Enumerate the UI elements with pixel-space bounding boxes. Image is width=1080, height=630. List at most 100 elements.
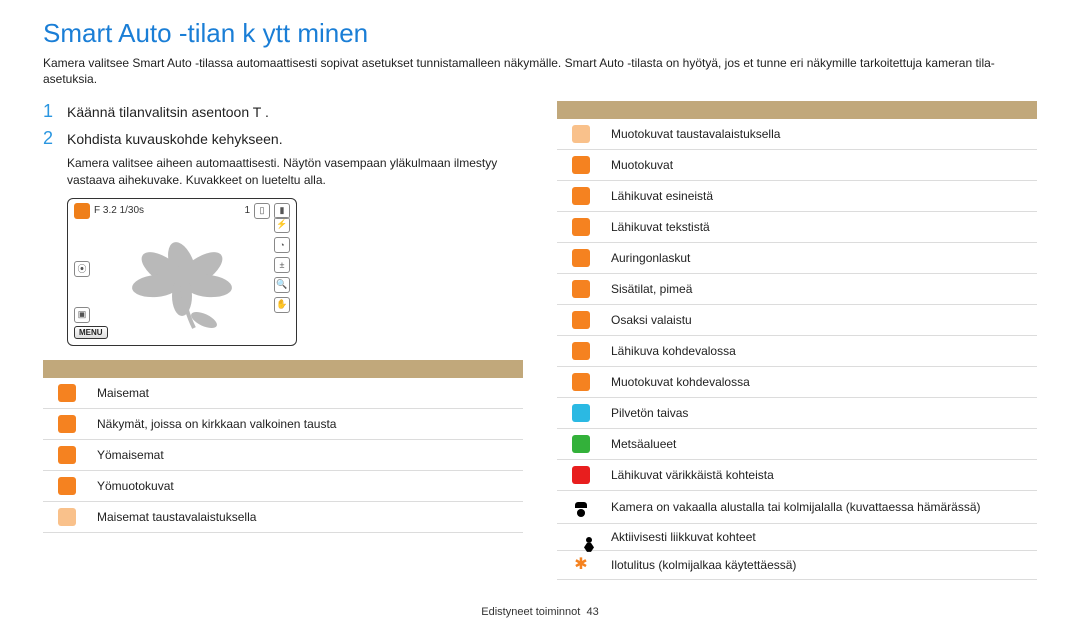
table-row: Yömuotokuvat	[43, 470, 523, 501]
storage-icon: ▯	[254, 203, 270, 219]
scene-icon	[572, 249, 590, 267]
camera-single-shot: 1	[244, 205, 250, 216]
table-header-icon	[43, 360, 91, 378]
mode-icon-2: ▣	[74, 307, 90, 323]
right-column: Muotokuvat taustavalaistuksellaMuotokuva…	[557, 101, 1037, 579]
table-row: Maisemat taustavalaistuksella	[43, 501, 523, 532]
row-icon-cell	[557, 119, 605, 150]
row-label: Näkymät, joissa on kirkkaan valkoinen ta…	[91, 408, 523, 439]
row-label: Kamera on vakaalla alustalla tai kolmija…	[605, 491, 1037, 523]
row-label: Pilvetön taivas	[605, 398, 1037, 429]
step-2-text: Kohdista kuvauskohde kehykseen.	[67, 131, 283, 147]
row-icon-cell	[557, 523, 605, 550]
camera-preview: F 3.2 1/30s 1 ▯ ▮ ⦿ ▣ ⚡ ◔ ± 🔍 ✋	[67, 198, 297, 346]
flower-macro-icon	[74, 203, 90, 219]
table-row: Muotokuvat	[557, 150, 1037, 181]
table-row: Maisemat	[43, 378, 523, 409]
row-icon-cell	[43, 439, 91, 470]
row-label: Muotokuvat taustavalaistuksella	[605, 119, 1037, 150]
table-row: Osaksi valaistu	[557, 305, 1037, 336]
row-label: Osaksi valaistu	[605, 305, 1037, 336]
row-icon-cell	[557, 367, 605, 398]
tripod-person-icon	[574, 501, 588, 517]
row-label: Auringonlaskut	[605, 243, 1037, 274]
row-label: Muotokuvat	[605, 150, 1037, 181]
intro-text: Kamera valitsee Smart Auto -tilassa auto…	[43, 55, 1037, 87]
table-row: Muotokuvat taustavalaistuksella	[557, 119, 1037, 150]
row-label: Maisemat taustavalaistuksella	[91, 501, 523, 532]
table-row: Yömaisemat	[43, 439, 523, 470]
scene-icon	[572, 311, 590, 329]
row-icon-cell	[557, 460, 605, 491]
scene-icon	[58, 446, 76, 464]
row-icon-cell	[557, 491, 605, 523]
row-label: Aktiivisesti liikkuvat kohteet	[605, 523, 1037, 550]
left-column: 1 Käännä tilanvalitsin asentoon T . 2 Ko…	[43, 101, 523, 579]
scene-icon	[572, 280, 590, 298]
row-label: Lähikuva kohdevalossa	[605, 336, 1037, 367]
scene-icon	[572, 187, 590, 205]
row-icon-cell	[557, 305, 605, 336]
row-icon-cell	[43, 378, 91, 409]
table-row: Lähikuvat värikkäistä kohteista	[557, 460, 1037, 491]
row-label: Sisätilat, pimeä	[605, 274, 1037, 305]
scene-icon	[572, 435, 590, 453]
row-label: Metsäalueet	[605, 429, 1037, 460]
flash-icon: ⚡	[274, 217, 290, 233]
right-icon-table: Muotokuvat taustavalaistuksellaMuotokuva…	[557, 101, 1037, 579]
flower-illustration	[112, 220, 252, 330]
table-row: Näkymät, joissa on kirkkaan valkoinen ta…	[43, 408, 523, 439]
step-1-number: 1	[43, 101, 57, 122]
table-row: Lähikuva kohdevalossa	[557, 336, 1037, 367]
row-icon-cell	[557, 336, 605, 367]
row-label: Lähikuvat tekstistä	[605, 212, 1037, 243]
row-icon-cell	[557, 398, 605, 429]
scene-icon	[572, 125, 590, 143]
scene-icon	[58, 477, 76, 495]
step-2-number: 2	[43, 128, 57, 149]
table-header-icon	[557, 101, 605, 119]
table-row: Lähikuvat esineistä	[557, 181, 1037, 212]
content-columns: 1 Käännä tilanvalitsin asentoon T . 2 Ko…	[43, 101, 1037, 579]
table-row: Ilotulitus (kolmijalkaa käytettäessä)	[557, 550, 1037, 579]
left-icon-table: MaisematNäkymät, joissa on kirkkaan valk…	[43, 360, 523, 533]
row-label: Lähikuvat värikkäistä kohteista	[605, 460, 1037, 491]
row-icon-cell	[557, 429, 605, 460]
fireworks-icon	[574, 558, 587, 572]
scene-icon	[572, 373, 590, 391]
table-row: Kamera on vakaalla alustalla tai kolmija…	[557, 491, 1037, 523]
row-label: Muotokuvat kohdevalossa	[605, 367, 1037, 398]
table-header-desc	[91, 360, 523, 378]
camera-menu-button[interactable]: MENU	[74, 326, 108, 339]
table-header-row	[43, 360, 523, 378]
row-icon-cell	[43, 470, 91, 501]
step-2: 2 Kohdista kuvauskohde kehykseen.	[43, 128, 523, 149]
table-row: Pilvetön taivas	[557, 398, 1037, 429]
footer-page-number: 43	[586, 606, 598, 618]
camera-exposure-info: F 3.2 1/30s	[94, 205, 144, 216]
zoom-icon: 🔍	[274, 277, 290, 293]
row-icon-cell	[557, 150, 605, 181]
table-header-desc	[605, 101, 1037, 119]
table-row: Auringonlaskut	[557, 243, 1037, 274]
hand-icon: ✋	[274, 297, 290, 313]
row-icon-cell	[43, 501, 91, 532]
row-icon-cell	[43, 408, 91, 439]
page-footer: Edistyneet toiminnot 43	[0, 606, 1080, 618]
scene-icon	[572, 404, 590, 422]
row-icon-cell	[557, 550, 605, 579]
scene-icon	[572, 156, 590, 174]
row-icon-cell	[557, 181, 605, 212]
mode-icon-1: ⦿	[74, 261, 90, 277]
scene-icon	[58, 415, 76, 433]
footer-section: Edistyneet toiminnot	[481, 606, 580, 618]
table-row: Metsäalueet	[557, 429, 1037, 460]
table-row: Aktiivisesti liikkuvat kohteet	[557, 523, 1037, 550]
scene-icon	[58, 384, 76, 402]
table-row: Sisätilat, pimeä	[557, 274, 1037, 305]
row-label: Lähikuvat esineistä	[605, 181, 1037, 212]
table-row: Muotokuvat kohdevalossa	[557, 367, 1037, 398]
table-row: Lähikuvat tekstistä	[557, 212, 1037, 243]
row-icon-cell	[557, 243, 605, 274]
step-2-subtext: Kamera valitsee aiheen automaattisesti. …	[67, 155, 523, 187]
